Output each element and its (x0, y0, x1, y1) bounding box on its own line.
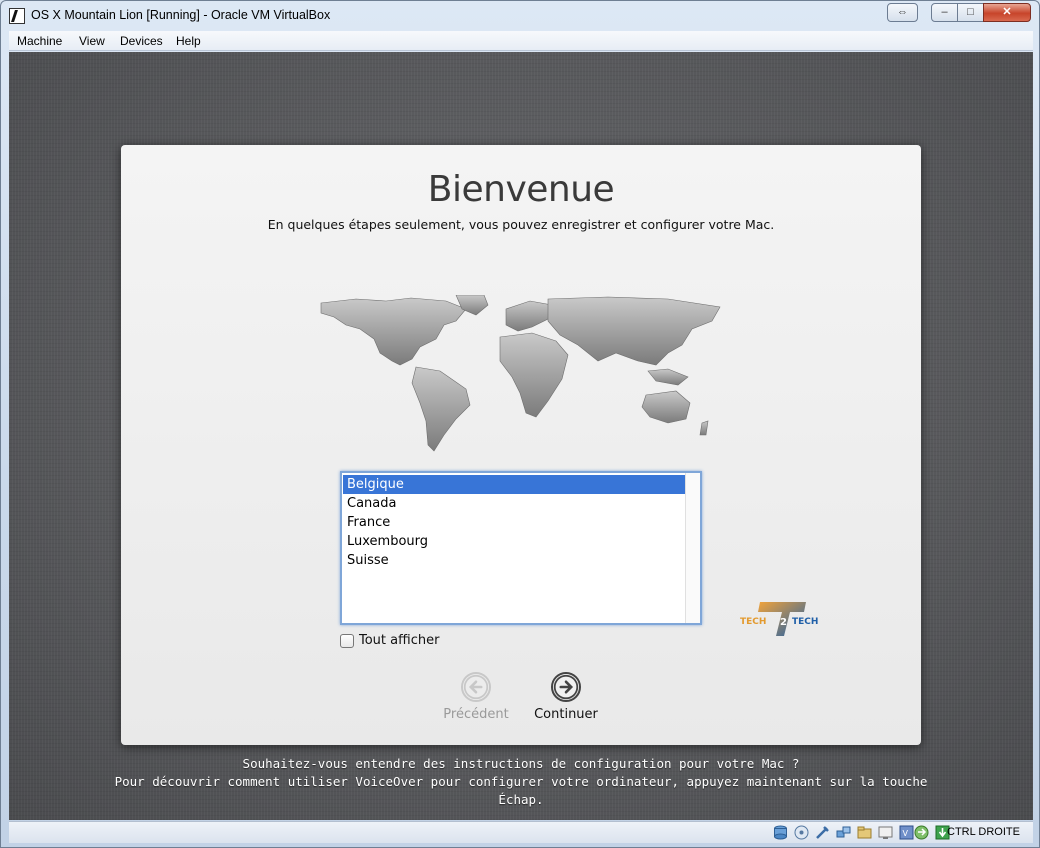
virtualbox-window: OS X Mountain Lion [Running] - Oracle VM… (0, 0, 1040, 848)
voiceover-prompt: Souhaitez-vous entendre des instructions… (242, 756, 800, 771)
display-icon[interactable] (878, 825, 893, 840)
vm-display[interactable]: Bienvenue En quelques étapes seulement, … (9, 52, 1033, 820)
minimize-button[interactable]: – (931, 3, 958, 22)
title-bar[interactable]: OS X Mountain Lion [Running] - Oracle VM… (1, 1, 1039, 31)
africa-landmass (499, 332, 569, 418)
southeast-asia-islands (647, 368, 689, 386)
south-america-landmass (411, 366, 471, 452)
list-scrollbar[interactable] (685, 473, 700, 623)
menu-help[interactable]: Help (176, 34, 201, 48)
svg-text:V: V (903, 829, 909, 838)
switch-mode-button[interactable]: ⇔ (887, 3, 918, 22)
show-all-checkbox[interactable] (340, 634, 354, 648)
close-button[interactable]: ✕ (983, 3, 1031, 22)
arrow-right-icon (551, 672, 581, 702)
maximize-button[interactable]: □ (957, 3, 984, 22)
country-item-canada[interactable]: Canada (343, 494, 687, 513)
voiceover-escape-key: Échap. (498, 792, 544, 807)
new-zealand-landmass (699, 420, 709, 436)
virtualbox-app-icon (9, 8, 25, 24)
hard-disk-icon[interactable] (773, 825, 788, 840)
country-item-france[interactable]: France (343, 513, 687, 532)
continue-button[interactable]: Continuer (516, 672, 616, 722)
welcome-title: Bienvenue (427, 169, 615, 210)
setup-assistant-panel: Bienvenue En quelques étapes seulement, … (121, 145, 921, 745)
optical-drive-icon[interactable] (794, 825, 809, 840)
asia-landmass (547, 296, 721, 366)
world-map (320, 295, 721, 452)
logo-text-left: TECH (740, 617, 766, 627)
australia-landmass (641, 390, 691, 424)
menu-bar: Machine View Devices Help (9, 31, 1033, 51)
host-key-label: CTRL DROITE (947, 826, 1020, 838)
europe-landmass (505, 300, 553, 332)
menu-machine[interactable]: Machine (17, 34, 62, 48)
country-item-belgique[interactable]: Belgique (343, 475, 687, 494)
video-capture-icon[interactable]: V (899, 825, 914, 840)
network-icon[interactable] (836, 825, 851, 840)
logo-text-right: TECH (792, 617, 818, 627)
status-bar: V CTRL DROITE (9, 821, 1033, 843)
window-title: OS X Mountain Lion [Running] - Oracle VM… (31, 8, 331, 22)
north-america-landmass (320, 297, 467, 366)
country-list[interactable]: Belgique Canada France Luxembourg Suisse (340, 471, 702, 625)
welcome-subtitle: En quelques étapes seulement, vous pouve… (267, 217, 775, 232)
country-item-suisse[interactable]: Suisse (343, 551, 687, 570)
tech2tech-logo: TECH 2 TECH (740, 602, 818, 636)
shared-folder-icon[interactable] (857, 825, 872, 840)
voiceover-instructions: Pour découvrir comment utiliser VoiceOve… (114, 774, 928, 789)
previous-label: Précédent (443, 707, 509, 722)
previous-button[interactable]: Précédent (426, 672, 526, 722)
menu-devices[interactable]: Devices (120, 34, 163, 48)
continue-label: Continuer (534, 707, 598, 722)
usb-icon[interactable] (815, 825, 830, 840)
country-item-luxembourg[interactable]: Luxembourg (343, 532, 687, 551)
arrow-left-icon (461, 672, 491, 702)
show-all-label: Tout afficher (359, 633, 440, 648)
mouse-integration-icon[interactable] (914, 825, 929, 840)
logo-number: 2 (780, 617, 787, 628)
menu-view[interactable]: View (79, 34, 105, 48)
